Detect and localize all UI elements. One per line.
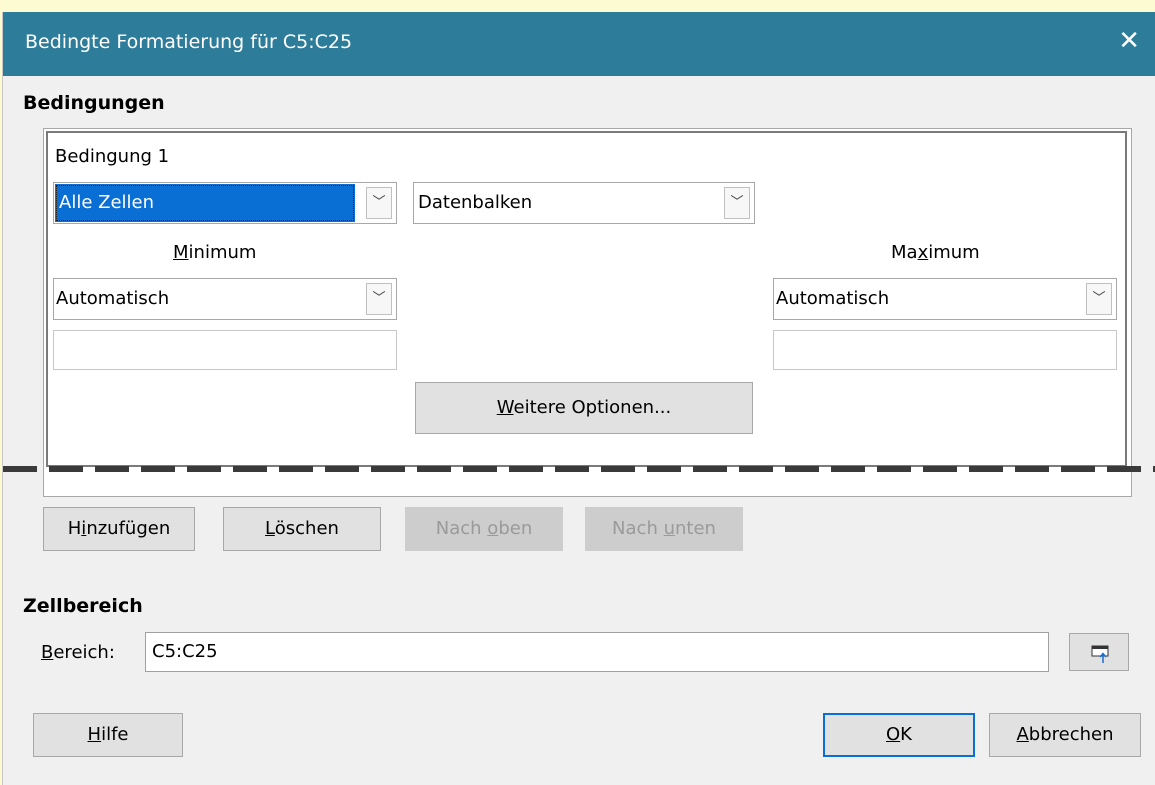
help-button[interactable]: Hilfe <box>33 713 183 757</box>
cancel-button[interactable]: Abbrechen <box>989 713 1141 757</box>
move-up-button[interactable]: Nach oben <box>405 507 563 551</box>
maximum-type-dropdown[interactable]: Automatisch ﹀ <box>773 278 1117 320</box>
dashed-cut-line <box>3 466 1155 472</box>
conditions-section-label: Bedingungen <box>23 92 165 114</box>
move-down-button[interactable]: Nach unten <box>585 507 743 551</box>
title-bar: Bedingte Formatierung für C5:C25 ✕ <box>3 12 1155 76</box>
shrink-dialog-button[interactable] <box>1069 633 1129 671</box>
format-type-value: Datenbalken <box>418 192 533 213</box>
chevron-down-icon[interactable]: ﹀ <box>366 283 392 315</box>
minimum-type-value: Automatisch <box>56 288 170 309</box>
close-icon[interactable]: ✕ <box>1118 26 1140 56</box>
chevron-down-icon[interactable]: ﹀ <box>724 187 750 219</box>
maximum-label: Maximum <box>891 242 980 263</box>
add-button[interactable]: Hinzufügen <box>43 507 195 551</box>
scope-value: Alle Zellen <box>55 184 355 222</box>
cell-range-section-label: Zellbereich <box>23 595 143 617</box>
minimum-label: Minimum <box>173 242 257 263</box>
ok-button[interactable]: OK <box>823 713 975 757</box>
maximum-type-value: Automatisch <box>776 288 890 309</box>
scope-dropdown[interactable]: Alle Zellen ﹀ <box>53 182 397 224</box>
format-type-dropdown[interactable]: Datenbalken ﹀ <box>413 182 755 224</box>
chevron-down-icon[interactable]: ﹀ <box>366 187 392 219</box>
shrink-dialog-icon <box>1091 645 1109 663</box>
conditional-formatting-dialog: Bedingte Formatierung für C5:C25 ✕ Bedin… <box>2 12 1155 785</box>
range-value: C5:C25 <box>152 641 218 662</box>
maximum-value-input[interactable] <box>773 330 1117 370</box>
range-label: Bereich: <box>41 642 115 663</box>
minimum-value-input[interactable] <box>53 330 397 370</box>
chevron-down-icon[interactable]: ﹀ <box>1086 283 1112 315</box>
more-options-button[interactable]: Weitere Optionen... <box>415 382 753 434</box>
range-input[interactable]: C5:C25 <box>145 632 1049 672</box>
delete-button[interactable]: Löschen <box>223 507 381 551</box>
minimum-type-dropdown[interactable]: Automatisch ﹀ <box>53 278 397 320</box>
dialog-title: Bedingte Formatierung für C5:C25 <box>25 31 353 53</box>
condition-label: Bedingung 1 <box>55 146 170 167</box>
